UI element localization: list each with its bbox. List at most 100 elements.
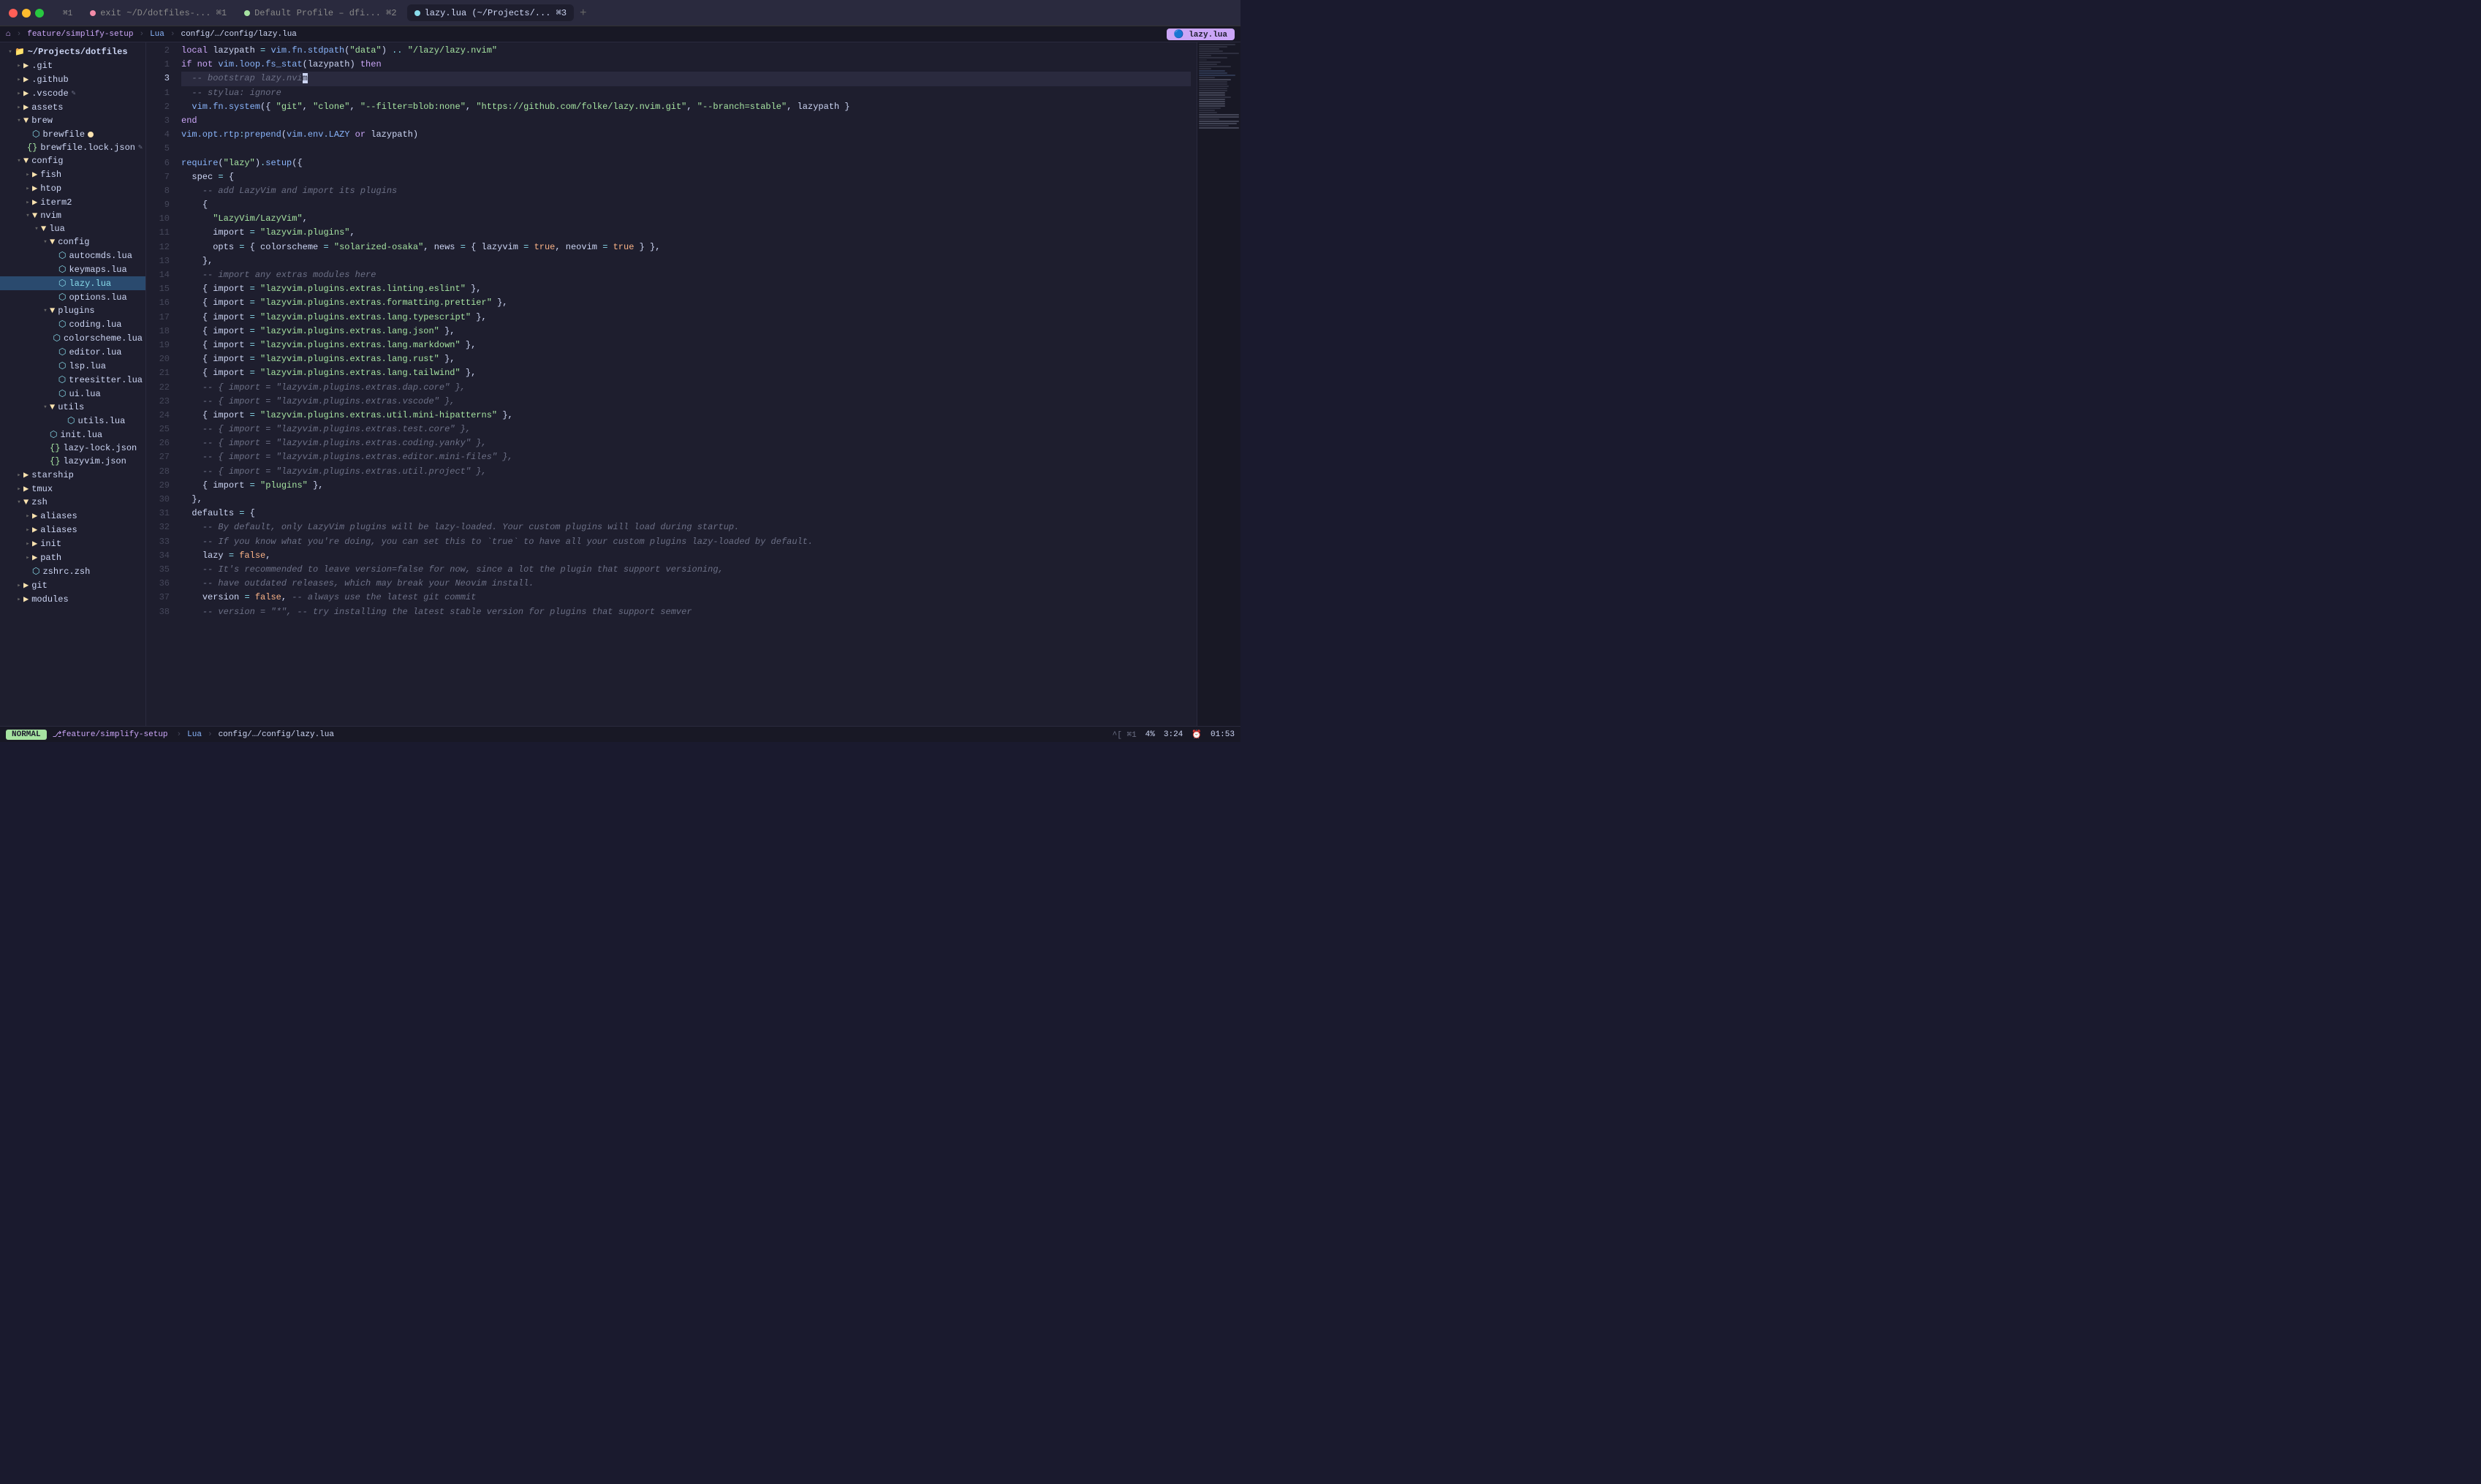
tree-modules[interactable]: ▸ ▶ modules <box>0 592 145 606</box>
modules-chevron: ▸ <box>15 596 23 603</box>
tree-autocmds[interactable]: ⬡ autocmds.lua <box>0 249 145 262</box>
status-lang: Lua <box>187 730 202 739</box>
tree-aliases[interactable]: ▸ ▶ aliases <box>0 509 145 523</box>
tree-keymaps[interactable]: ⬡ keymaps.lua <box>0 262 145 276</box>
tree-path[interactable]: ▸ ▶ path <box>0 550 145 564</box>
tree-tmux[interactable]: ▸ ▶ tmux <box>0 482 145 496</box>
ln-34: 31 <box>146 507 170 520</box>
ln-15: 12 <box>146 241 170 254</box>
github-chevron: ▸ <box>15 76 23 83</box>
colorscheme-label: colorscheme.lua <box>64 333 143 344</box>
utils-label: utils <box>58 402 84 412</box>
tab-lazy-lua[interactable]: lazy.lua (~/Projects/... ⌘3 <box>407 4 574 21</box>
tree-coding[interactable]: ⬡ coding.lua <box>0 317 145 331</box>
breadcrumb-lang: Lua <box>150 30 164 39</box>
breadcrumb-root: ⌂ <box>6 30 11 39</box>
tree-github[interactable]: ▸ ▶ .github <box>0 72 145 86</box>
tree-lazy-lua[interactable]: ⬡ lazy.lua <box>0 276 145 290</box>
tab-profile-dot <box>244 10 250 16</box>
editor[interactable]: 2 1 3 1 2 3 4 5 6 7 8 9 10 11 12 13 14 <box>146 42 1240 726</box>
tab-exit[interactable]: exit ~/D/dotfiles-... ⌘1 <box>83 4 234 21</box>
tab-1[interactable]: ⌘1 <box>56 5 80 21</box>
tree-utils-lua[interactable]: ⬡ utils.lua <box>0 414 145 428</box>
git-folder-chevron: ▸ <box>15 582 23 589</box>
tree-lazy-lock[interactable]: {} lazy-lock.json <box>0 442 145 455</box>
config-label: config <box>31 156 63 166</box>
tree-assets[interactable]: ▸ ▶ assets <box>0 100 145 114</box>
tree-git[interactable]: ▸ ▶ .git <box>0 58 145 72</box>
tree-functions[interactable]: ▸ ▶ aliases <box>0 523 145 537</box>
brew-label: brew <box>31 116 53 126</box>
close-button[interactable] <box>9 9 18 18</box>
new-tab-button[interactable]: + <box>577 7 590 20</box>
lazyvim-json-label: lazyvim.json <box>63 456 126 466</box>
tree-config[interactable]: ▾ ▼ config <box>0 154 145 167</box>
tree-zsh[interactable]: ▾ ▼ zsh <box>0 496 145 509</box>
tree-brew[interactable]: ▾ ▼ brew <box>0 114 145 127</box>
plugins-folder-icon: ▼ <box>50 306 55 316</box>
htop-folder-icon: ▶ <box>32 183 37 194</box>
ln-2: 1 <box>146 58 170 72</box>
tree-git-folder[interactable]: ▸ ▶ git <box>0 578 145 592</box>
code-line-34: defaults = { <box>181 507 1191 520</box>
minimap-content <box>1197 42 1240 131</box>
init-folder-icon: ▶ <box>32 538 37 549</box>
status-percent: 4% <box>1145 730 1155 739</box>
tree-init[interactable]: ▸ ▶ init <box>0 537 145 550</box>
maximize-button[interactable] <box>35 9 44 18</box>
tree-init-lua[interactable]: ⬡ init.lua <box>0 428 145 442</box>
mm-l14 <box>1199 72 1227 74</box>
config-sub-folder-icon: ▼ <box>50 237 55 247</box>
tree-brewfile[interactable]: ⬡ brewfile <box>0 127 145 141</box>
plugins-chevron: ▾ <box>41 307 50 314</box>
ln-9: 6 <box>146 156 170 170</box>
tree-fish[interactable]: ▸ ▶ fish <box>0 167 145 181</box>
mm-l22 <box>1199 90 1227 91</box>
tab-default-profile[interactable]: Default Profile – dfi... ⌘2 <box>237 4 404 21</box>
tab-lazy-label: lazy.lua (~/Projects/... ⌘3 <box>425 7 567 18</box>
tree-config-sub[interactable]: ▾ ▼ config <box>0 235 145 249</box>
tree-options[interactable]: ⬡ options.lua <box>0 290 145 304</box>
tree-lazyvim-json[interactable]: {} lazyvim.json <box>0 455 145 468</box>
tree-treesitter[interactable]: ⬡ treesitter.lua <box>0 373 145 387</box>
code-line-41: -- version = "*", -- try installing the … <box>181 605 1191 619</box>
tree-root[interactable]: ▾ 📁 ~/Projects/dotfiles <box>0 45 145 58</box>
tree-iterm2[interactable]: ▸ ▶ iterm2 <box>0 195 145 209</box>
lua-chevron: ▾ <box>32 225 41 232</box>
keymaps-icon: ⬡ <box>58 264 66 275</box>
status-sep2: › <box>208 730 213 739</box>
mm-l5 <box>1199 53 1239 54</box>
tree-ui[interactable]: ⬡ ui.lua <box>0 387 145 401</box>
ui-label: ui.lua <box>69 389 100 399</box>
git-folder-icon: ▶ <box>23 60 29 71</box>
ln-31: 28 <box>146 465 170 479</box>
breadcrumb-bar: ⌂ › feature/simplify-setup › Lua › confi… <box>0 26 1240 42</box>
status-position: ^[ ⌘1 <box>1113 730 1137 740</box>
tree-editor[interactable]: ⬡ editor.lua <box>0 345 145 359</box>
tree-lsp[interactable]: ⬡ lsp.lua <box>0 359 145 373</box>
git-folder-icon2: ▶ <box>23 580 29 591</box>
tree-vscode[interactable]: ▸ ▶ .vscode ✎ <box>0 86 145 100</box>
brew-chevron: ▾ <box>15 117 23 124</box>
tree-htop[interactable]: ▸ ▶ htop <box>0 181 145 195</box>
code-content[interactable]: local lazypath = vim.fn.stdpath("data") … <box>175 42 1197 726</box>
status-sep1: › <box>177 730 182 739</box>
tree-starship[interactable]: ▸ ▶ starship <box>0 468 145 482</box>
utils-lua-icon: ⬡ <box>67 415 75 426</box>
ln-27: 24 <box>146 409 170 423</box>
ui-icon: ⬡ <box>58 388 66 399</box>
ln-3: 3 <box>146 72 170 86</box>
tree-plugins[interactable]: ▾ ▼ plugins <box>0 304 145 317</box>
minimize-button[interactable] <box>22 9 31 18</box>
tree-lua[interactable]: ▾ ▼ lua <box>0 222 145 235</box>
tree-zshrc[interactable]: ⬡ zshrc.zsh <box>0 564 145 578</box>
tree-nvim[interactable]: ▾ ▼ nvim <box>0 209 145 222</box>
treesitter-icon: ⬡ <box>58 374 66 385</box>
tree-brewfile-lock[interactable]: {} brewfile.lock.json ✎ <box>0 141 145 154</box>
tree-utils[interactable]: ▾ ▼ utils <box>0 401 145 414</box>
zshrc-icon: ⬡ <box>32 566 39 577</box>
mm-l2 <box>1199 46 1227 48</box>
ln-8: 5 <box>146 142 170 156</box>
code-line-15: opts = { colorscheme = "solarized-osaka"… <box>181 241 1191 254</box>
tree-colorscheme[interactable]: ⬡ colorscheme.lua <box>0 331 145 345</box>
